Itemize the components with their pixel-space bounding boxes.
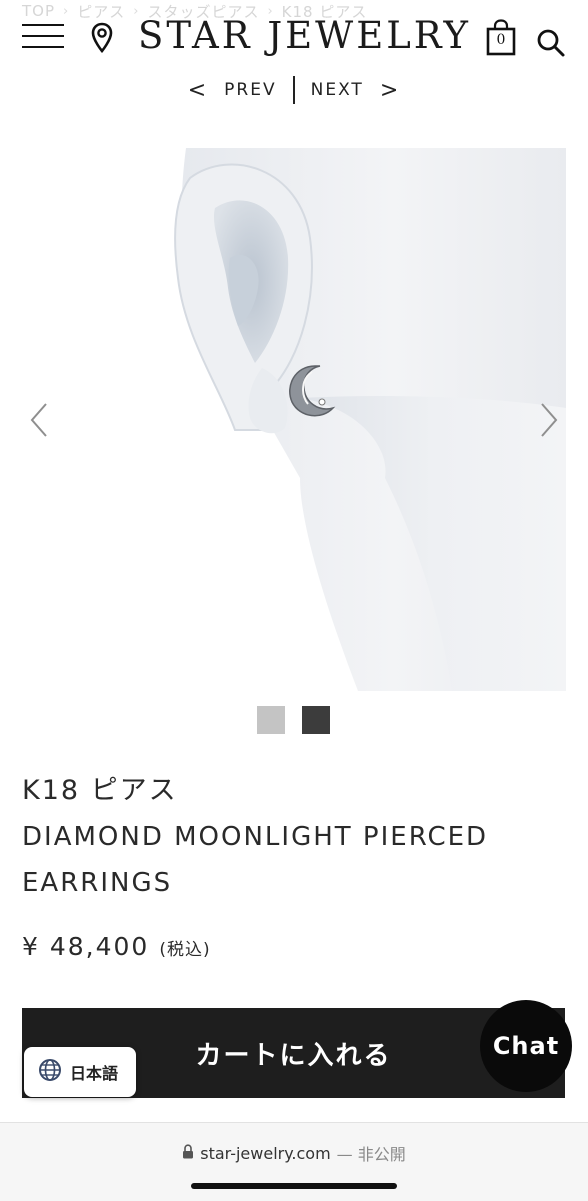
hamburger-menu-icon[interactable] <box>22 24 66 50</box>
product-price: ¥ 48,400 <box>22 932 150 961</box>
breadcrumb-item-piercings[interactable]: ピアス <box>77 1 125 22</box>
location-pin-icon[interactable] <box>90 22 114 54</box>
prev-link[interactable]: < PREV <box>188 78 277 103</box>
breadcrumb-separator: › <box>63 3 70 19</box>
globe-icon <box>38 1058 62 1086</box>
next-link[interactable]: NEXT > <box>311 78 401 103</box>
prev-label: PREV <box>224 80 277 100</box>
next-arrow-icon: > <box>379 77 401 103</box>
search-icon[interactable] <box>536 28 566 58</box>
cart-count-badge: 0 <box>496 32 506 48</box>
gallery-next-arrow-icon[interactable] <box>532 400 562 440</box>
product-category: K18 ピアス <box>22 775 178 806</box>
browser-address-bar: star-jewelry.com — 非公開 <box>0 1122 588 1201</box>
lock-icon <box>182 1143 194 1163</box>
gallery-thumbnail-2[interactable] <box>302 706 330 734</box>
language-selector[interactable]: 日本語 <box>24 1047 136 1097</box>
shopping-bag-icon[interactable]: 0 <box>486 18 516 56</box>
chat-button[interactable]: Chat <box>480 1000 572 1092</box>
language-label: 日本語 <box>70 1064 119 1083</box>
product-image[interactable] <box>0 148 566 691</box>
price-row: ¥ 48,400 (税込) <box>22 932 211 961</box>
url-text: star-jewelry.com <box>200 1143 331 1163</box>
next-label: NEXT <box>310 80 364 100</box>
gallery-prev-arrow-icon[interactable] <box>26 400 56 440</box>
tax-note: (税込) <box>159 940 211 960</box>
breadcrumb-item-top[interactable]: TOP <box>22 2 55 20</box>
product-pagination: < PREV NEXT > <box>0 74 588 106</box>
brand-logo[interactable]: STAR JEWELRY <box>138 14 468 57</box>
prev-arrow-icon: < <box>187 77 209 103</box>
gallery-thumbnail-1[interactable] <box>257 706 285 734</box>
privacy-status: — 非公開 <box>336 1145 406 1164</box>
url-row[interactable]: star-jewelry.com — 非公開 <box>0 1141 588 1165</box>
home-indicator[interactable] <box>191 1183 397 1189</box>
pagination-divider <box>292 76 295 104</box>
product-name: DIAMOND MOONLIGHT PIERCED EARRINGS <box>22 822 489 898</box>
